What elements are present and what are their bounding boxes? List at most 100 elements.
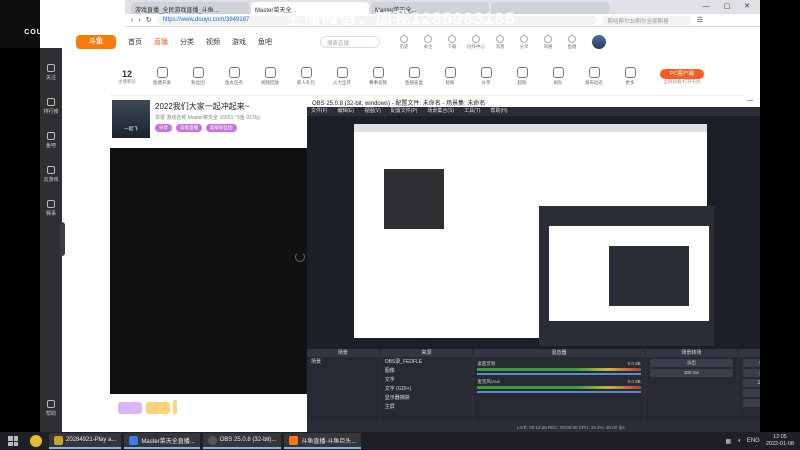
gift-item[interactable]: 更多 [612,67,648,86]
nav-fishbar[interactable]: 鱼吧 [258,37,272,47]
share-button[interactable]: 分享 [155,124,172,132]
more-icon [624,67,636,78]
gift-badge-2[interactable] [146,402,170,414]
obs-menu-edit[interactable]: 编辑(E) [337,107,354,116]
system-tray: ▦ ◖ ENG 12:05 2022-01-08 [726,434,800,448]
topic-message[interactable]: 消息 [488,34,512,50]
site-logo[interactable]: 斗鱼 [76,35,116,49]
topic-pond[interactable]: 鱼塘 [560,34,584,50]
browser-search-input[interactable]: 斯哈斯尔30斯尔全部斯格 [601,15,692,25]
browser-tab[interactable]: 游戏直播_全民游戏直播_斗鱼... [131,2,249,14]
topic-follow[interactable]: 关注 [416,34,440,50]
nav-live[interactable]: 直播 [154,37,168,47]
volume-slider[interactable] [477,373,641,375]
pc-client-button[interactable]: PC客户端 [660,68,704,79]
preview-nested-browser [354,124,714,346]
source-item[interactable]: 文字 [381,375,473,384]
gift-item[interactable]: 鱼塘开发 [144,67,180,86]
topic-share[interactable]: 分享 [512,34,536,50]
gift-item[interactable]: 组队 [540,67,576,86]
start-record-button[interactable]: 开始录制 [743,369,760,377]
obs-menu-view[interactable]: 视图(V) [364,107,381,116]
site-search-input[interactable]: 搜索直播 [320,36,380,48]
back-icon[interactable]: ‹ [131,17,133,24]
sidebar-item-events[interactable]: 赛事 [40,200,62,217]
nav-game[interactable]: 游戏 [232,37,246,47]
gift-item[interactable]: 钻粉 [432,67,468,86]
nav-category[interactable]: 分类 [180,37,194,47]
stop-stream-button[interactable]: 停止直播 [743,359,760,367]
source-item[interactable]: 文字 (GDI+) [381,384,473,393]
input-language[interactable]: ENG [747,438,760,444]
source-item[interactable]: OBS录_FEDFLE [381,357,473,366]
obs-menu-scenes[interactable]: 场景集合(S) [427,107,454,116]
duration-input[interactable]: 300 ms [649,369,734,377]
mixer-channel: 麦克风/Aux 0.0 dB [477,379,641,393]
gift-item[interactable]: 粉丝团 [180,67,216,86]
gift-item[interactable]: 鱼丸任务 [216,67,252,86]
obs-menu-help[interactable]: 帮助(H) [490,107,507,116]
wave-icon [192,67,204,78]
chrome-icon[interactable] [30,435,42,447]
reload-icon[interactable]: ↻ [146,16,152,24]
window-controls[interactable]: — ▢ ✕ [703,2,756,10]
sidebar-item-follow[interactable]: 关注 [40,64,62,81]
gift-item[interactable]: 发布动态 [576,67,612,86]
volume-slider[interactable] [477,391,641,393]
source-item[interactable]: 显示器捕获 [381,393,473,402]
gift-item[interactable]: 视频回放 [252,67,288,86]
studio-mode-button[interactable]: 工作室模式 [743,379,760,387]
source-item[interactable]: 主屏 [381,402,473,411]
sidebar-item-cloudgame[interactable]: 云游戏 [40,166,62,183]
sidebar-item-rank[interactable]: 排行榜 [40,98,62,115]
room-title: 2022我们大家一起冲起来~ [155,102,250,111]
transition-select[interactable]: 淡出 [649,359,734,367]
obs-menu-profile[interactable]: 配置文件(P) [391,107,418,116]
taskbar-item[interactable]: 斗鱼直播-斗鱼巨头... [284,433,362,449]
gift-badge-3[interactable] [173,400,177,414]
fish-ball-icon [156,67,168,78]
topic-style[interactable]: 风格 [536,34,560,50]
scene-item[interactable]: 场景 [307,357,379,366]
sidebar-item-help[interactable]: 帮助 [40,400,62,417]
obs-window-controls[interactable]: — ▢ ✕ [747,97,760,104]
sidebar-collapse-handle[interactable] [60,222,65,256]
taskbar-item[interactable]: 20284921-Play a... [49,433,122,449]
gift-item[interactable]: 火力全开 [324,67,360,86]
topic-download[interactable]: 下载 [440,34,464,50]
fish-icon [47,132,55,140]
source-item[interactable]: 图像 [381,366,473,375]
super-fan-button[interactable]: 超级粉丝团 [206,124,237,132]
obs-menu-tools[interactable]: 工具(T) [464,107,480,116]
superfan-icon [516,67,528,78]
help-icon [47,400,55,408]
gift-item[interactable]: 分享 [468,67,504,86]
site-sidebar: 关注 排行榜 鱼吧 云游戏 赛事 帮助 [40,48,62,432]
taskbar-item[interactable]: OBS 25.0.8 (32-bit)... [202,433,282,449]
clock[interactable]: 12:05 2022-01-08 [766,434,794,448]
forward-icon[interactable]: › [138,17,140,24]
high-energy-button[interactable]: 高能直播 [176,124,202,132]
gift-item[interactable]: 鱼翅盲盒 [396,67,432,86]
fire-icon [336,67,348,78]
gift-item[interactable]: 赛事竞猜 [360,67,396,86]
extension-icon[interactable]: ☰ [697,16,703,24]
exit-button[interactable]: 退出 [743,399,760,407]
room-thumbnail[interactable]: 一起飞 [112,100,150,138]
volume-icon[interactable]: ◖ [737,438,741,444]
settings-button[interactable]: 设置 [743,389,760,397]
topic-create[interactable]: 创作中心 [464,34,488,50]
user-avatar[interactable] [592,35,606,49]
network-icon[interactable]: ▦ [726,438,732,445]
windows-start-icon[interactable] [8,436,18,446]
topic-history[interactable]: 历史 [392,34,416,50]
gift-item[interactable]: 超粉 [504,67,540,86]
taskbar-item[interactable]: Master菜天全直播... [124,433,200,449]
gift-item[interactable]: 新人礼包 [288,67,324,86]
obs-preview[interactable] [307,116,760,349]
sidebar-item-fishbar[interactable]: 鱼吧 [40,132,62,149]
nav-video[interactable]: 视频 [206,37,220,47]
gift-badge-1[interactable] [118,402,142,414]
obs-menu-file[interactable]: 文件(F) [311,107,327,116]
nav-home[interactable]: 首页 [128,37,142,47]
